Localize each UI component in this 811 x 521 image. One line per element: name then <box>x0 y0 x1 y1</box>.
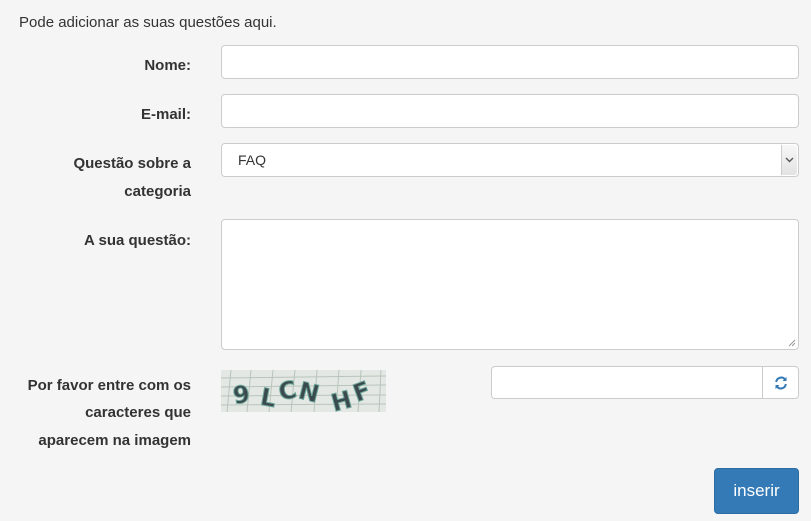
category-label-cont: categoria <box>124 178 191 206</box>
category-selected-value: FAQ <box>238 152 267 168</box>
intro-text: Pode adicionar as suas questões aqui. <box>19 14 277 31</box>
email-input[interactable] <box>221 94 799 128</box>
name-input[interactable] <box>221 45 799 79</box>
submit-button[interactable]: inserir <box>714 468 799 514</box>
captcha-graphic: 9 L C N H F <box>221 370 386 412</box>
captcha-image: 9 L C N H F <box>221 370 386 412</box>
category-label-line1: Questão sobre a <box>73 155 191 172</box>
email-label: E-mail: <box>140 106 191 123</box>
captcha-refresh-button[interactable] <box>762 366 799 399</box>
captcha-label-line1: Por favor entre com os <box>27 377 191 394</box>
chevron-down-icon[interactable] <box>781 145 797 175</box>
captcha-label-line3: aparecem na imagem <box>38 432 191 449</box>
refresh-icon <box>775 376 787 390</box>
category-select[interactable]: FAQ <box>221 143 799 177</box>
category-label: Questão sobre a <box>73 150 191 178</box>
name-label: Nome: <box>144 57 191 74</box>
chevron-down-glyph <box>785 157 794 163</box>
question-textarea[interactable] <box>221 219 799 350</box>
captcha-input[interactable] <box>491 366 763 399</box>
category-label-line2: categoria <box>124 183 191 200</box>
question-form-page: Pode adicionar as suas questões aqui. No… <box>0 0 811 521</box>
captcha-label-line2: caracteres que <box>85 404 191 421</box>
resize-grip-icon[interactable] <box>787 338 796 347</box>
question-label: A sua questão: <box>84 232 191 249</box>
